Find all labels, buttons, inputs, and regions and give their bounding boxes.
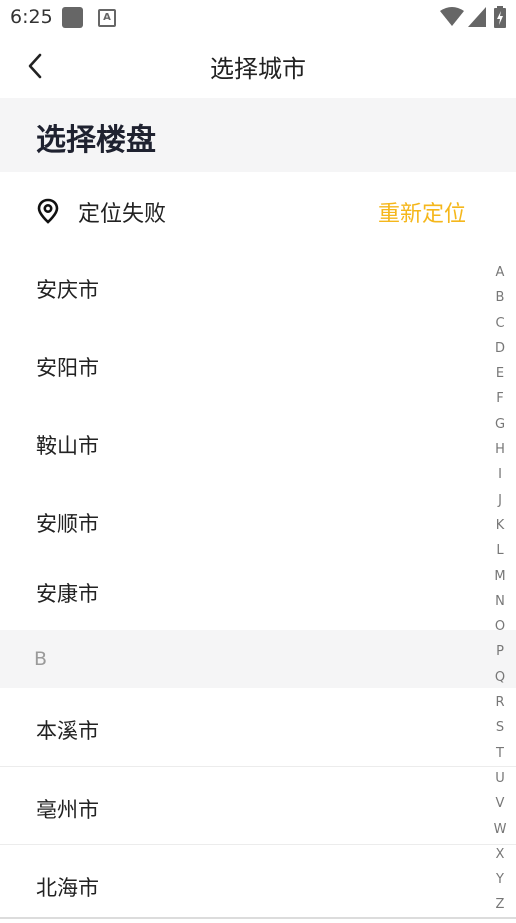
city-name: 鞍山市 [36,434,99,458]
index-letter-u[interactable]: U [488,766,512,791]
index-letter-a[interactable]: A [488,260,512,285]
index-letter-p[interactable]: P [488,639,512,664]
status-bar: 6:25 A [0,0,516,34]
city-name: 北海市 [36,876,99,900]
navbar: 选择城市 [0,34,516,98]
index-letter-k[interactable]: K [488,513,512,538]
index-letter-r[interactable]: R [488,690,512,715]
city-name: 安阳市 [36,356,99,380]
wifi-icon [440,7,464,26]
index-letter-g[interactable]: G [488,412,512,437]
index-letter-n[interactable]: N [488,589,512,614]
city-name: 安庆市 [36,278,99,302]
letter-section-label: B [34,648,48,670]
index-letter-v[interactable]: V [488,791,512,816]
index-letter-c[interactable]: C [488,311,512,336]
status-time: 6:25 [10,6,53,28]
index-letter-m[interactable]: M [488,564,512,589]
index-letter-i[interactable]: I [488,462,512,487]
list-item[interactable]: 安阳市 [0,328,516,406]
city-name: 安顺市 [36,512,99,536]
index-letter-j[interactable]: J [488,488,512,513]
list-item[interactable]: 安顺市 [0,484,516,562]
page-title: 选择城市 [210,55,306,83]
notification-square-icon [62,7,83,28]
font-a-icon: A [98,9,116,27]
relocate-button[interactable]: 重新定位 [378,196,466,228]
index-letter-b[interactable]: B [488,285,512,310]
index-letter-x[interactable]: X [488,842,512,867]
list-item[interactable]: 本溪市 [0,688,516,766]
list-item[interactable]: 安庆市 [0,250,516,328]
index-letter-e[interactable]: E [488,361,512,386]
city-name: 安康市 [36,582,99,606]
index-letter-f[interactable]: F [488,386,512,411]
index-letter-t[interactable]: T [488,741,512,766]
city-name: 本溪市 [36,719,99,743]
location-pin-icon [37,198,59,224]
location-row: 定位失败 重新定位 [0,172,516,250]
index-letter-h[interactable]: H [488,437,512,462]
index-letter-d[interactable]: D [488,336,512,361]
letter-section-header: B [0,630,516,688]
index-letter-o[interactable]: O [488,614,512,639]
section-header: 选择楼盘 [0,98,516,172]
index-letter-l[interactable]: L [488,538,512,563]
battery-icon [494,6,506,28]
list-item[interactable]: 安康市 [0,552,516,630]
index-letter-s[interactable]: S [488,715,512,740]
index-letter-z[interactable]: Z [488,892,512,917]
alphabet-index: A B C D E F G H I J K L M N O P Q R S T … [488,260,512,918]
index-letter-q[interactable]: Q [488,665,512,690]
location-status: 定位失败 [78,202,167,227]
signal-icon [468,7,486,27]
list-item[interactable]: 鞍山市 [0,406,516,484]
section-title: 选择楼盘 [36,123,156,158]
index-letter-w[interactable]: W [488,817,512,842]
list-item[interactable]: 北海市 [0,844,516,923]
index-letter-y[interactable]: Y [488,867,512,892]
city-name: 亳州市 [36,798,99,822]
list-item[interactable]: 亳州市 [0,766,516,845]
